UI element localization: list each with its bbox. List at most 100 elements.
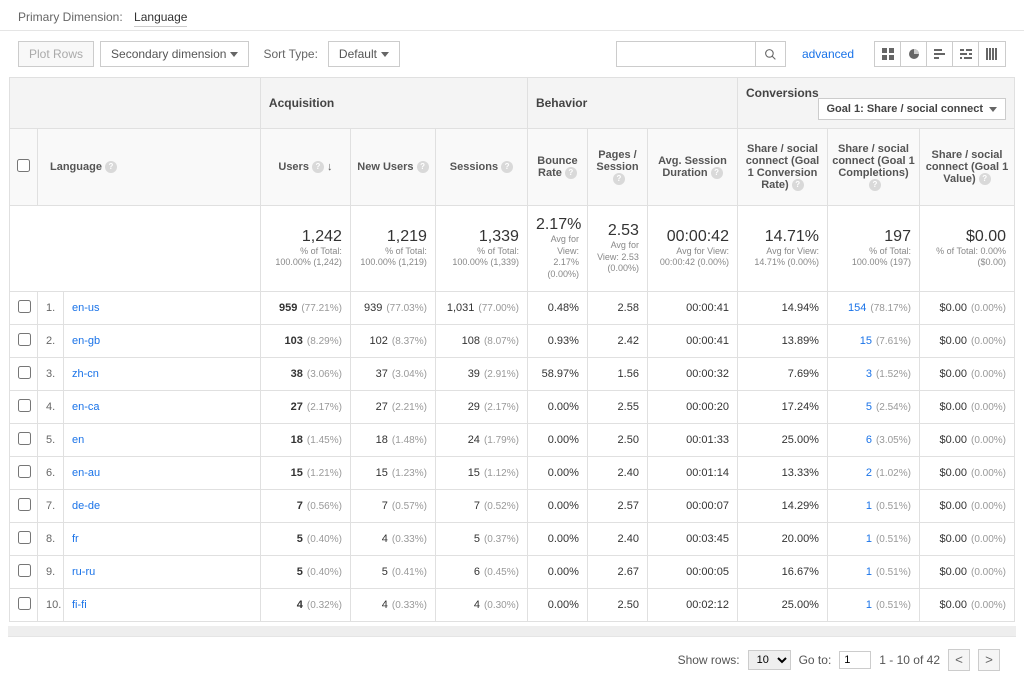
- search-button[interactable]: [756, 41, 786, 67]
- comparison-view-icon[interactable]: [953, 42, 979, 66]
- table-row: 4.en-ca27(2.17%)27(2.21%)29(2.17%)0.00%2…: [10, 390, 1015, 423]
- pie-view-icon[interactable]: [901, 42, 927, 66]
- table-row: 3.zh-cn38(3.06%)37(3.04%)39(2.91%)58.97%…: [10, 357, 1015, 390]
- row-index: 9.: [38, 555, 64, 588]
- primary-dimension-value[interactable]: Language: [134, 10, 187, 27]
- row-index: 10.: [38, 588, 64, 621]
- completions-link[interactable]: 154: [848, 302, 866, 314]
- completions-link[interactable]: 6: [866, 434, 872, 446]
- row-checkbox[interactable]: [18, 300, 31, 313]
- row-index: 4.: [38, 390, 64, 423]
- col-new-users[interactable]: New Users?: [350, 129, 435, 206]
- primary-dimension-label: Primary Dimension:: [18, 10, 123, 24]
- help-icon[interactable]: ?: [501, 161, 513, 173]
- prev-page-button[interactable]: <: [948, 649, 970, 671]
- help-icon[interactable]: ?: [711, 167, 723, 179]
- row-checkbox[interactable]: [18, 399, 31, 412]
- col-sessions[interactable]: Sessions?: [435, 129, 527, 206]
- help-icon[interactable]: ?: [869, 179, 881, 191]
- pagination-footer: Show rows: 10 Go to: 1 - 10 of 42 < >: [8, 636, 1016, 683]
- col-avg-duration[interactable]: Avg. Session Duration?: [647, 129, 737, 206]
- plot-rows-button: Plot Rows: [18, 41, 94, 67]
- row-checkbox[interactable]: [18, 564, 31, 577]
- row-checkbox[interactable]: [18, 432, 31, 445]
- table-row: 8.fr5(0.40%)4(0.33%)5(0.37%)0.00%2.4000:…: [10, 522, 1015, 555]
- col-pages-session[interactable]: Pages / Session?: [587, 129, 647, 206]
- chevron-down-icon: [381, 52, 389, 57]
- advanced-link[interactable]: advanced: [802, 47, 854, 61]
- row-index: 8.: [38, 522, 64, 555]
- table-row: 10.fi-fi4(0.32%)4(0.33%)4(0.30%)0.00%2.5…: [10, 588, 1015, 621]
- row-checkbox[interactable]: [18, 366, 31, 379]
- row-index: 7.: [38, 489, 64, 522]
- language-link[interactable]: en-ca: [72, 401, 100, 413]
- col-bounce-rate[interactable]: Bounce Rate?: [527, 129, 587, 206]
- col-language[interactable]: Language?: [38, 129, 261, 206]
- col-value[interactable]: Share / social connect (Goal 1 Value)?: [919, 129, 1014, 206]
- col-users[interactable]: Users?↓: [260, 129, 350, 206]
- goal-dropdown[interactable]: Goal 1: Share / social connect: [818, 98, 1007, 120]
- chevron-down-icon: [989, 107, 997, 112]
- help-icon[interactable]: ?: [312, 161, 324, 173]
- completions-link[interactable]: 3: [866, 368, 872, 380]
- table-row: 1.en-us959(77.21%)939(77.03%)1,031(77.00…: [10, 291, 1015, 324]
- col-completions[interactable]: Share / social connect (Goal 1 Completio…: [827, 129, 919, 206]
- language-link[interactable]: en: [72, 434, 84, 446]
- table-view-icon[interactable]: [875, 42, 901, 66]
- sort-down-icon: ↓: [327, 161, 333, 173]
- language-link[interactable]: en-gb: [72, 335, 100, 347]
- next-page-button[interactable]: >: [978, 649, 1000, 671]
- help-icon[interactable]: ?: [565, 167, 577, 179]
- secondary-dimension-dropdown[interactable]: Secondary dimension: [100, 41, 249, 67]
- toolbar: Plot Rows Secondary dimension Sort Type:…: [0, 31, 1024, 77]
- search-icon: [764, 48, 777, 61]
- table-row: 2.en-gb103(8.29%)102(8.37%)108(8.07%)0.9…: [10, 324, 1015, 357]
- row-checkbox[interactable]: [18, 597, 31, 610]
- language-link[interactable]: fr: [72, 533, 79, 545]
- pivot-view-icon[interactable]: [979, 42, 1005, 66]
- row-index: 2.: [38, 324, 64, 357]
- language-link[interactable]: zh-cn: [72, 368, 99, 380]
- completions-link[interactable]: 1: [866, 566, 872, 578]
- language-link[interactable]: ru-ru: [72, 566, 95, 578]
- search-input[interactable]: [616, 41, 756, 67]
- language-link[interactable]: en-au: [72, 467, 100, 479]
- scrollbar[interactable]: [8, 626, 1016, 636]
- primary-dimension-bar: Primary Dimension: Language: [0, 0, 1024, 31]
- data-table: Acquisition Behavior Conversions Goal 1:…: [9, 77, 1015, 622]
- row-index: 6.: [38, 456, 64, 489]
- language-link[interactable]: en-us: [72, 302, 100, 314]
- row-index: 3.: [38, 357, 64, 390]
- completions-link[interactable]: 5: [866, 401, 872, 413]
- completions-link[interactable]: 2: [866, 467, 872, 479]
- row-index: 5.: [38, 423, 64, 456]
- row-checkbox[interactable]: [18, 333, 31, 346]
- select-all-checkbox[interactable]: [17, 159, 30, 172]
- completions-link[interactable]: 15: [860, 335, 872, 347]
- sort-type-label: Sort Type:: [263, 47, 317, 61]
- completions-link[interactable]: 1: [866, 599, 872, 611]
- row-checkbox[interactable]: [18, 498, 31, 511]
- help-icon[interactable]: ?: [979, 173, 991, 185]
- sort-type-dropdown[interactable]: Default: [328, 41, 400, 67]
- group-behavior: Behavior: [527, 78, 737, 129]
- completions-link[interactable]: 1: [866, 500, 872, 512]
- row-checkbox[interactable]: [18, 531, 31, 544]
- bar-view-icon[interactable]: [927, 42, 953, 66]
- col-conv-rate[interactable]: Share / social connect (Goal 1 Conversio…: [737, 129, 827, 206]
- group-conversions: Conversions Goal 1: Share / social conne…: [737, 78, 1014, 129]
- group-acquisition: Acquisition: [260, 78, 527, 129]
- completions-link[interactable]: 1: [866, 533, 872, 545]
- language-link[interactable]: fi-fi: [72, 599, 87, 611]
- help-icon[interactable]: ?: [417, 161, 429, 173]
- go-to-input[interactable]: [839, 651, 871, 669]
- help-icon[interactable]: ?: [105, 161, 117, 173]
- language-link[interactable]: de-de: [72, 500, 100, 512]
- table-row: 9.ru-ru5(0.40%)5(0.41%)6(0.45%)0.00%2.67…: [10, 555, 1015, 588]
- help-icon[interactable]: ?: [613, 173, 625, 185]
- range-text: 1 - 10 of 42: [879, 653, 940, 667]
- help-icon[interactable]: ?: [792, 179, 804, 191]
- summary-row: 1,242% of Total: 100.00% (1,242) 1,219% …: [10, 206, 1015, 292]
- rows-per-page-select[interactable]: 10: [748, 650, 791, 670]
- row-checkbox[interactable]: [18, 465, 31, 478]
